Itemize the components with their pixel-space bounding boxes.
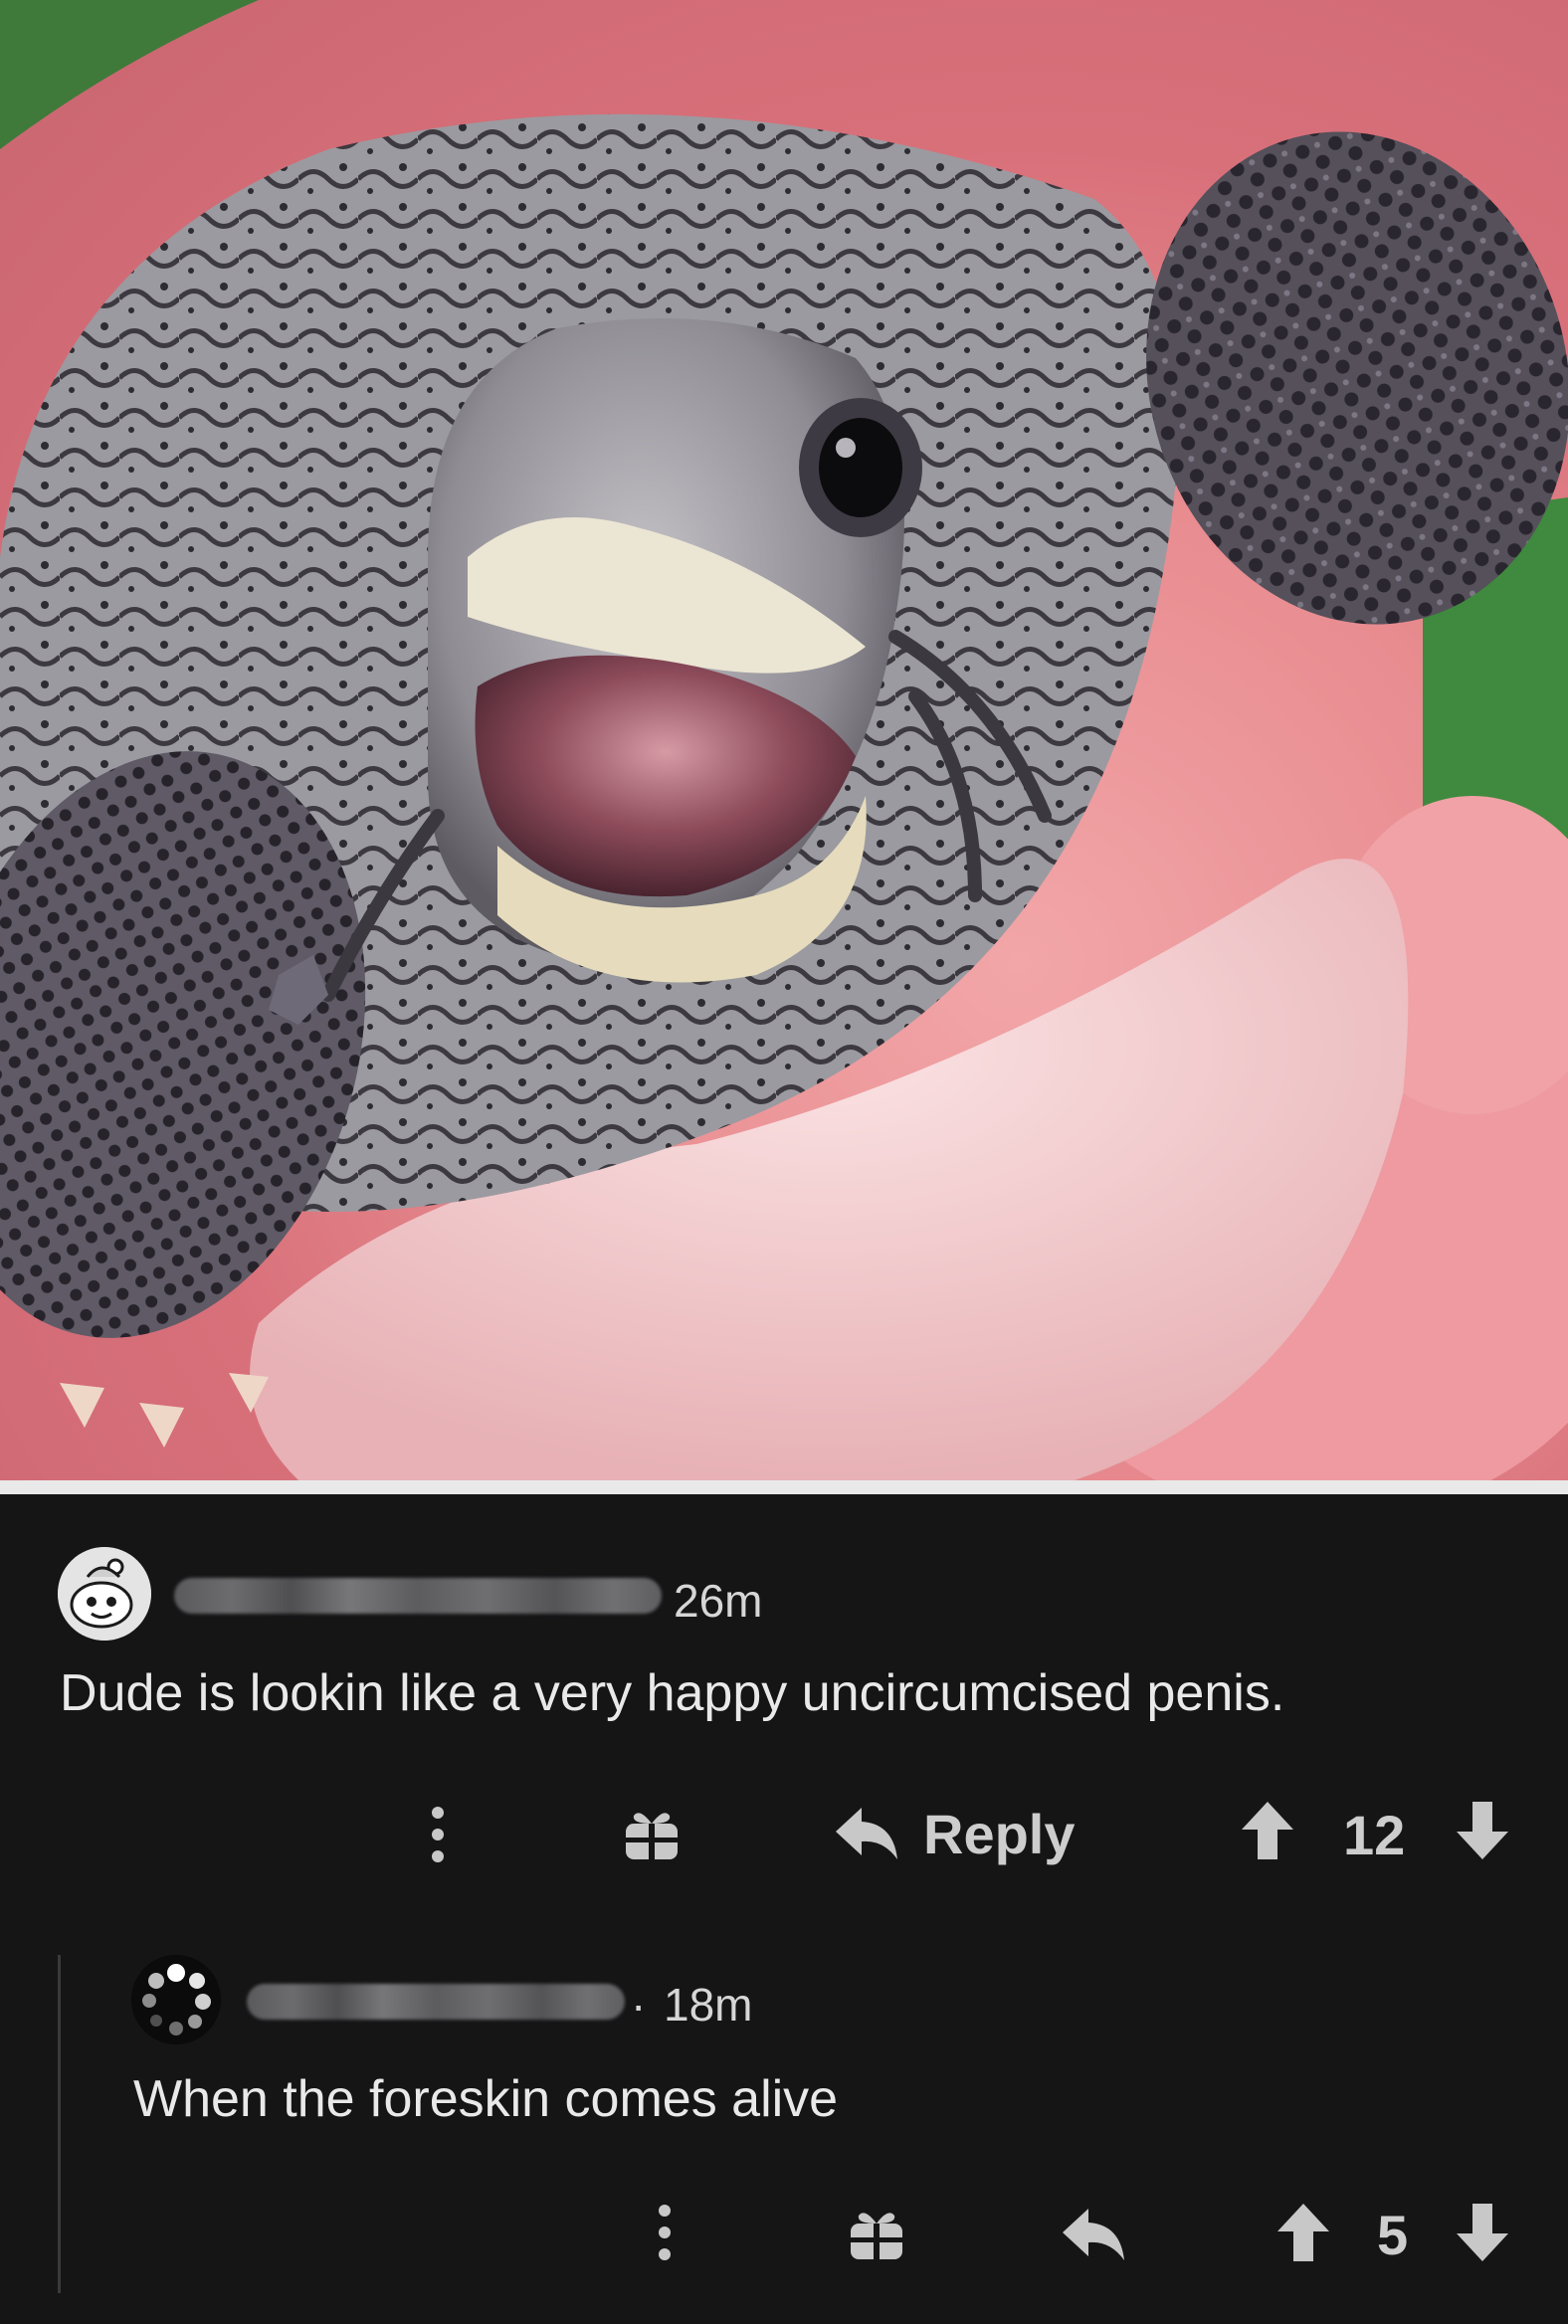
downvote-button[interactable] (1455, 2201, 1510, 2264)
upvote-arrow-icon (1242, 1802, 1293, 1859)
upvote-arrow-icon (1277, 2204, 1329, 2261)
more-vertical-icon (659, 2205, 671, 2260)
dotted-avatar-icon[interactable] (131, 1955, 221, 2044)
downvote-arrow-icon (1457, 1802, 1508, 1859)
downvote-button[interactable] (1455, 1799, 1510, 1862)
gift-icon (626, 1813, 678, 1859)
baby-turtle-hatching-photo (0, 0, 1568, 1480)
more-options-button[interactable] (418, 1803, 458, 1866)
reply-button[interactable] (1061, 2205, 1126, 2264)
reply-button[interactable]: Reply (834, 1796, 1100, 1871)
more-options-button[interactable] (645, 2201, 685, 2264)
comment-body: When the foreskin comes alive (133, 2070, 839, 2128)
snoo-avatar-icon[interactable] (58, 1547, 151, 1641)
upvote-button[interactable] (1240, 1799, 1295, 1862)
reply-arrow-icon (836, 1808, 897, 1859)
comment-timestamp: 26m (674, 1575, 763, 1627)
post-image[interactable] (0, 0, 1568, 1480)
vote-score: 5 (1377, 2204, 1409, 2266)
comment-section (0, 1494, 1568, 2324)
downvote-arrow-icon (1457, 2204, 1508, 2261)
more-vertical-icon (432, 1807, 444, 1862)
award-button[interactable] (844, 2201, 909, 2266)
upvote-button[interactable] (1275, 2201, 1331, 2264)
comment-body: Dude is lookin like a very happy uncircu… (60, 1664, 1285, 1722)
thread-line[interactable] (58, 1955, 61, 2293)
username-redacted[interactable] (174, 1578, 662, 1614)
gift-icon (851, 2213, 902, 2259)
award-button[interactable] (619, 1801, 685, 1866)
image-divider (0, 1480, 1568, 1494)
meta-separator: · (631, 1979, 647, 2031)
comment-timestamp: 18m (664, 1979, 753, 2031)
reply-label: Reply (923, 1802, 1076, 1865)
vote-score: 12 (1343, 1804, 1406, 1866)
screenshot: 26m Dude is lookin like a very happy unc… (0, 0, 1568, 2324)
reply-arrow-icon (1063, 2209, 1124, 2260)
username-redacted[interactable] (247, 1984, 625, 2020)
